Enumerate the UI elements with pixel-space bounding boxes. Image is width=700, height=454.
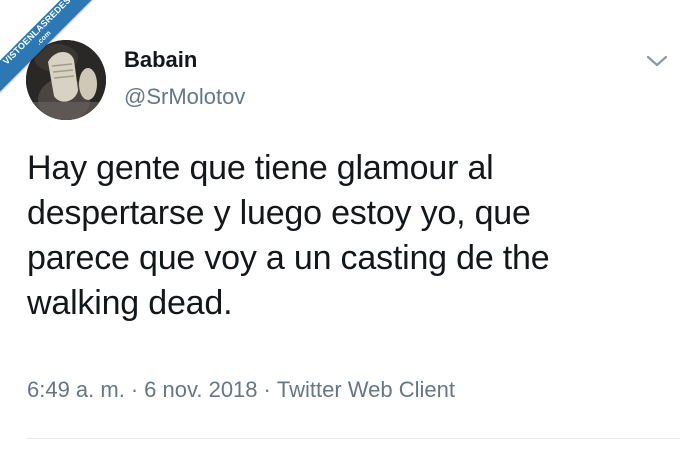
- tweet-meta: 6:49 a. m. · 6 nov. 2018 · Twitter Web Clien…: [27, 377, 455, 403]
- tweet-text: Hay gente que tiene glamour al despertar…: [27, 146, 667, 326]
- meta-separator: ·: [263, 377, 271, 402]
- tweet-text-line: parece que voy a un casting de the: [27, 239, 550, 277]
- tweet-card: VISTOENLASREDES .com Babain @SrMolotov H…: [0, 0, 700, 454]
- tweet-time[interactable]: 6:49 a. m.: [27, 377, 125, 402]
- meta-separator: ·: [130, 377, 139, 402]
- chevron-down-icon[interactable]: [644, 52, 670, 70]
- tweet-text-line: despertarse y luego estoy yo, que: [27, 194, 531, 232]
- display-name[interactable]: Babain: [124, 47, 197, 73]
- tweet-text-line: Hay gente que tiene glamour al: [27, 149, 494, 187]
- user-handle[interactable]: @SrMolotov: [124, 84, 245, 110]
- tweet-text-line: walking dead.: [27, 284, 233, 322]
- tweet-date[interactable]: 6 nov. 2018: [144, 377, 257, 402]
- divider: [27, 438, 680, 439]
- tweet-client[interactable]: Twitter Web Client: [277, 377, 455, 402]
